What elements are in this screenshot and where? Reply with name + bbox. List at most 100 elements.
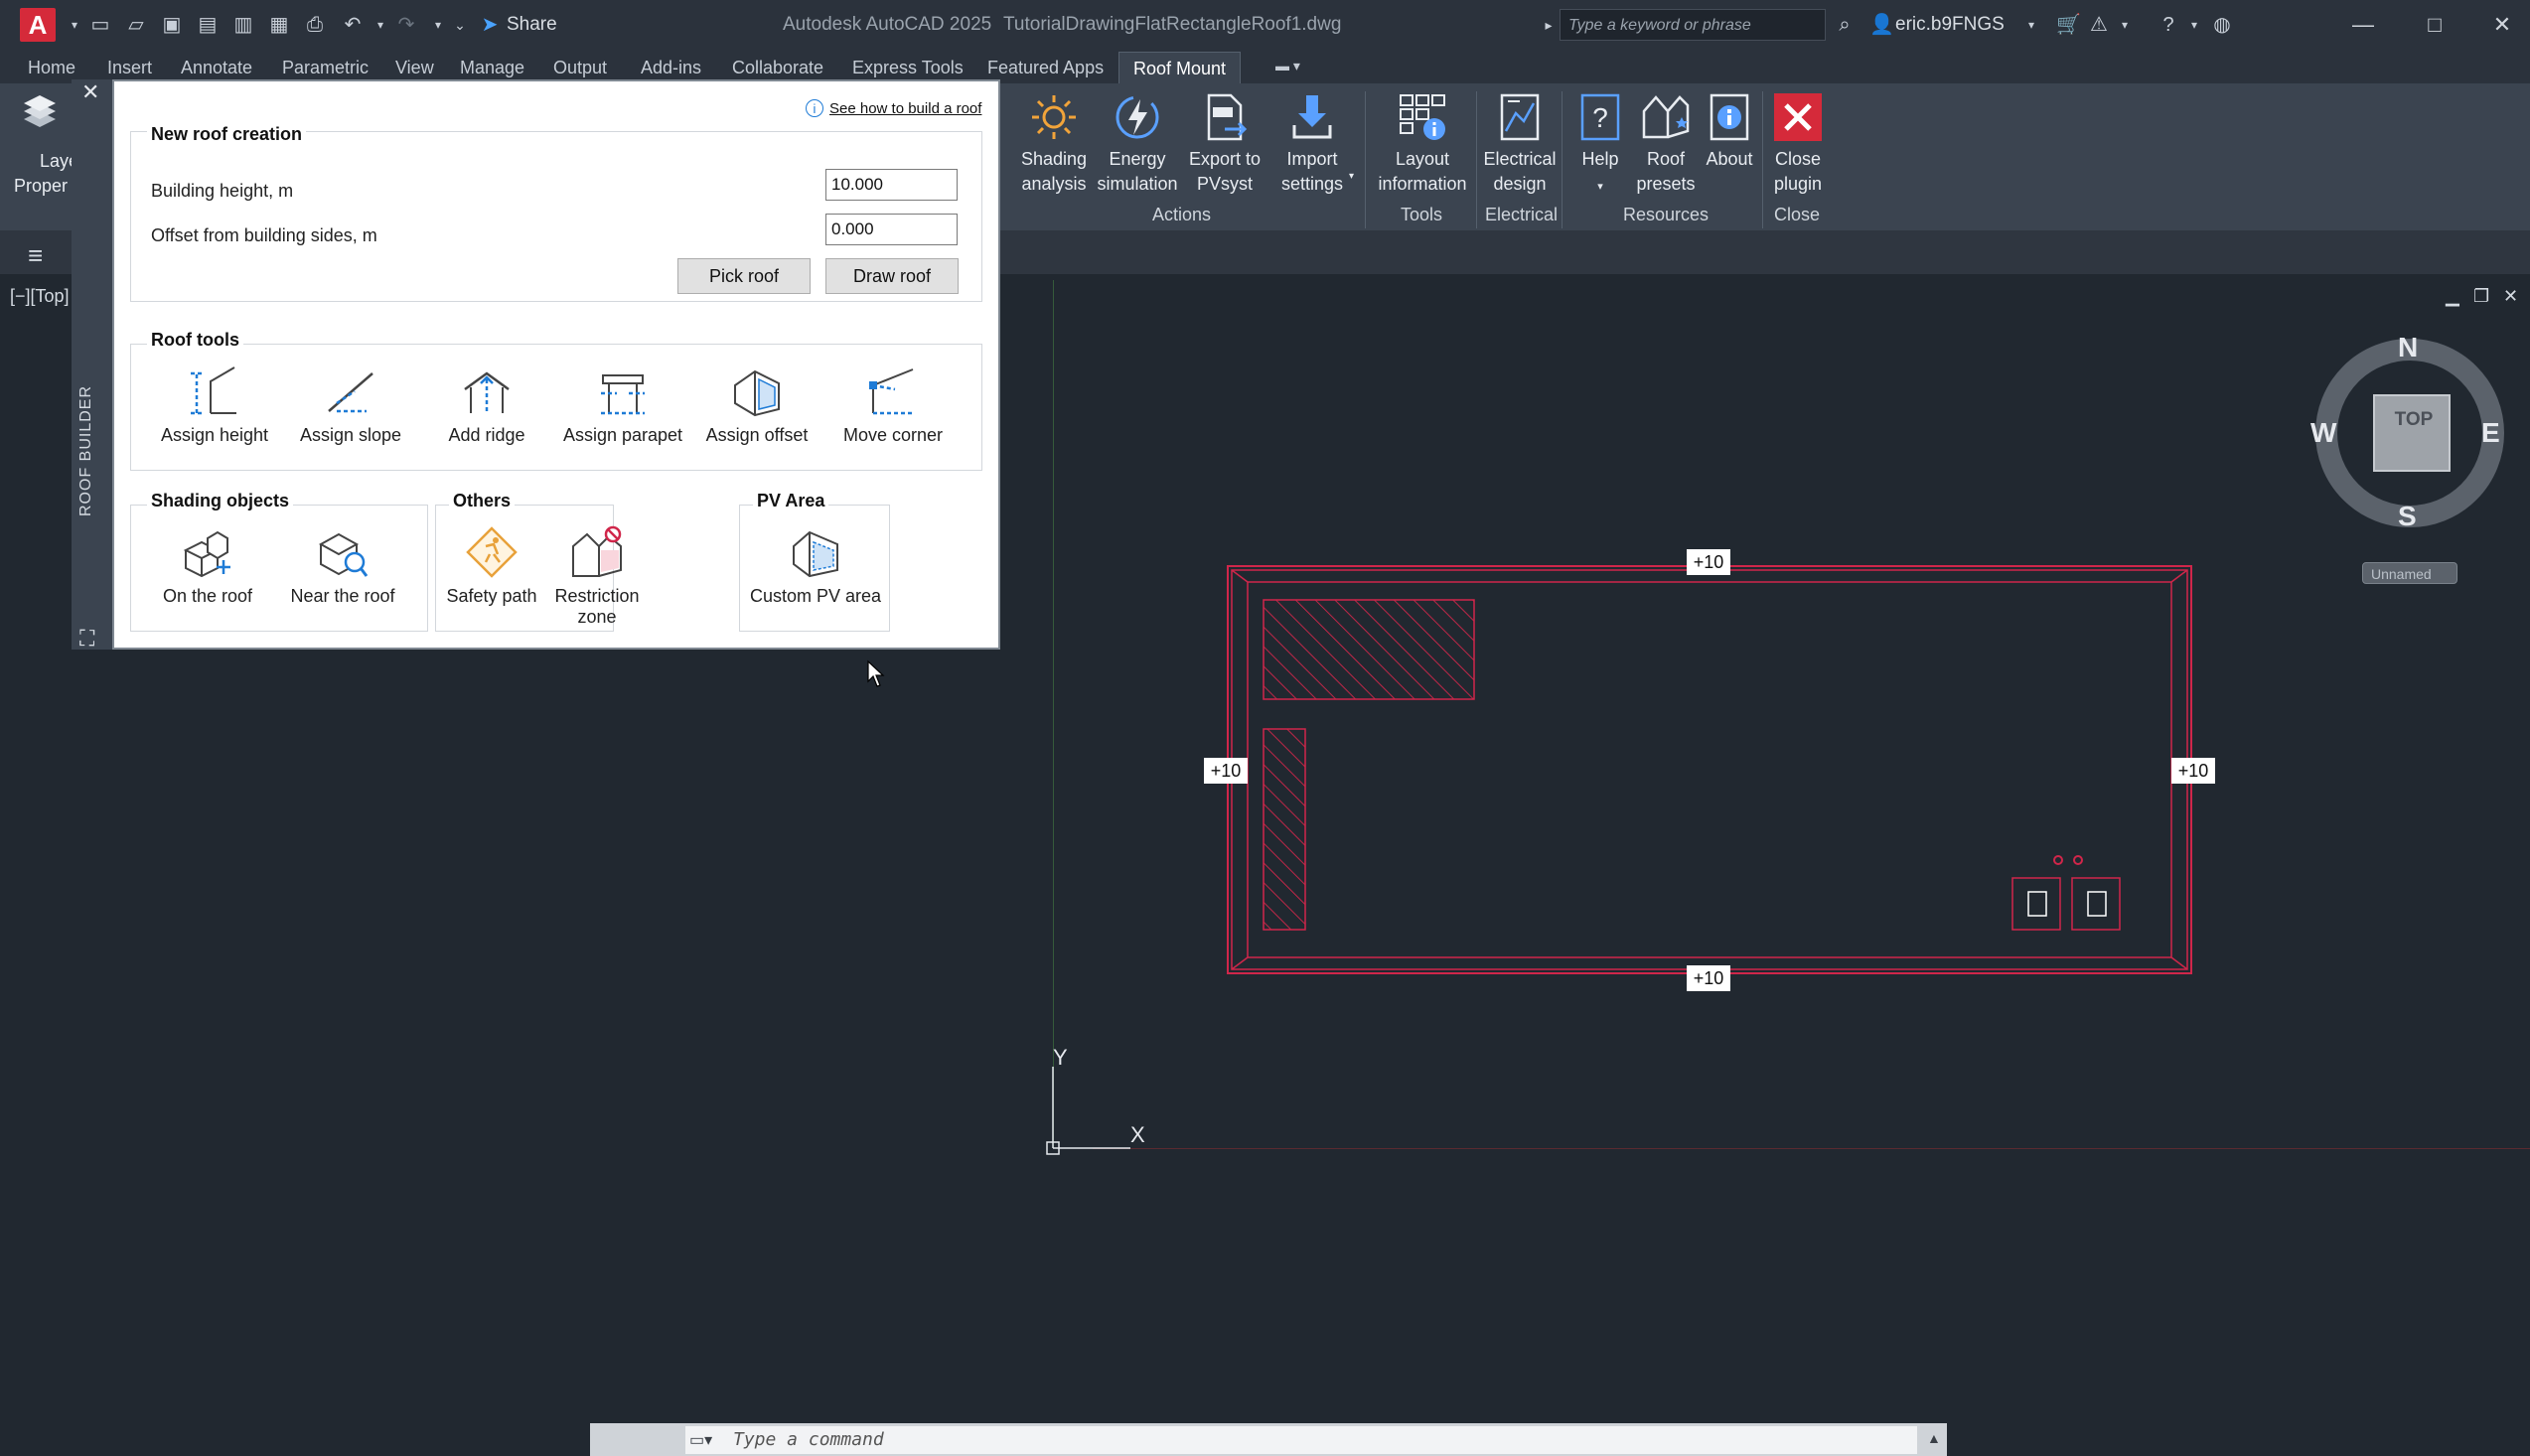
near-the-roof-tool[interactable]: Near the roof xyxy=(275,524,410,607)
app-menu-chevron-icon[interactable]: ▾ xyxy=(64,14,85,36)
tab-roof-mount[interactable]: Roof Mount xyxy=(1118,52,1242,85)
viewcube-top-face[interactable]: TOP xyxy=(2376,409,2452,431)
viewport-controls[interactable]: [−][Top] xyxy=(10,286,70,307)
roof-presets-button[interactable]: Roof presets xyxy=(1629,91,1703,197)
electrical-design-button[interactable]: Electrical design xyxy=(1480,91,1560,197)
ucs-dropdown[interactable]: Unnamed xyxy=(2362,562,2457,584)
height-tag[interactable]: +10 xyxy=(2171,758,2215,784)
offset-input[interactable]: 0.000 xyxy=(825,214,958,245)
compass-south[interactable]: S xyxy=(2398,501,2417,532)
pick-roof-button[interactable]: Pick roof xyxy=(677,258,811,294)
assign-offset-tool[interactable]: Assign offset xyxy=(689,364,824,446)
tab-parametric[interactable]: Parametric xyxy=(282,58,369,78)
draw-roof-button[interactable]: Draw roof xyxy=(825,258,959,294)
viewport-close-icon[interactable]: ✕ xyxy=(2503,286,2518,307)
user-icon[interactable]: 👤 xyxy=(1869,14,1894,36)
autocad-app-button[interactable]: A xyxy=(20,8,56,42)
redo-icon[interactable]: ↷ xyxy=(395,14,417,36)
tab-insert[interactable]: Insert xyxy=(107,58,152,78)
layer-properties-icon[interactable] xyxy=(20,89,60,139)
roof-obstacle[interactable] xyxy=(2011,877,2061,931)
palette-side-bar[interactable] xyxy=(72,79,112,650)
palette-properties-icon[interactable]: ⛶ xyxy=(79,626,94,652)
layout-information-button[interactable]: Layout information xyxy=(1373,91,1472,197)
recent-commands-icon[interactable]: ▭▾ xyxy=(689,1430,712,1450)
shading-object-hatched[interactable] xyxy=(1263,728,1306,931)
share-button[interactable]: Share xyxy=(507,14,557,36)
move-corner-tool[interactable]: Move corner xyxy=(825,364,961,446)
undo-dropdown-icon[interactable]: ▾ xyxy=(370,14,391,36)
autodesk-a360-icon[interactable]: ⚠ xyxy=(2088,14,2110,36)
viewport-minimize-icon[interactable]: ▁ xyxy=(2446,286,2459,307)
height-tag[interactable]: +10 xyxy=(1204,758,1248,784)
energy-simulation-button[interactable]: Energy simulation xyxy=(1095,91,1180,197)
export-pvsyst-button[interactable]: Export to PVsyst xyxy=(1184,91,1265,197)
compass-west[interactable]: W xyxy=(2310,417,2336,449)
hamburger-menu-icon[interactable]: ≡ xyxy=(28,240,43,271)
custom-pv-area-tool[interactable]: Custom PV area xyxy=(747,524,884,607)
help-dropdown-icon[interactable]: ▾ xyxy=(2183,14,2205,36)
palette-close-icon[interactable]: ✕ xyxy=(81,79,99,105)
plot-icon[interactable]: ▥ xyxy=(232,14,254,36)
command-input[interactable]: Type a command xyxy=(685,1426,1917,1454)
share-icon[interactable]: ➤ xyxy=(479,14,501,36)
help-button[interactable]: ? Help ▾ xyxy=(1569,91,1631,200)
roof-drawing[interactable] xyxy=(1192,536,2245,1013)
tab-output[interactable]: Output xyxy=(553,58,607,78)
user-name[interactable]: eric.b9FNGS xyxy=(1895,14,2005,36)
compass-north[interactable]: N xyxy=(2398,332,2418,364)
tab-home[interactable]: Home xyxy=(28,58,75,78)
feedback-icon[interactable]: ◍ xyxy=(2211,14,2233,36)
close-plugin-button[interactable]: Close plugin xyxy=(1766,91,1830,197)
on-the-roof-tool[interactable]: On the roof xyxy=(140,524,275,607)
safety-path-tool[interactable]: Safety path xyxy=(442,524,541,607)
compass-east[interactable]: E xyxy=(2481,417,2500,449)
tab-annotate[interactable]: Annotate xyxy=(181,58,252,78)
close-window-icon[interactable]: ✕ xyxy=(2477,10,2527,40)
a360-dropdown-icon[interactable]: ▾ xyxy=(2114,14,2136,36)
import-settings-button[interactable]: Import settings xyxy=(1271,91,1353,197)
height-tag[interactable]: +10 xyxy=(1687,549,1730,575)
about-button[interactable]: About xyxy=(1699,91,1760,172)
height-tag[interactable]: +10 xyxy=(1687,965,1730,991)
new-file-icon[interactable]: ▭ xyxy=(89,14,111,36)
expand-arrow-icon[interactable]: ▸ xyxy=(1538,14,1560,36)
ribbon-options-icon[interactable]: ▬ ▾ xyxy=(1275,58,1300,74)
help-link[interactable]: See how to build a roof xyxy=(829,100,981,117)
shading-object-hatched[interactable] xyxy=(1263,599,1475,700)
maximize-window-icon[interactable]: □ xyxy=(2410,10,2459,40)
info-icon[interactable]: i xyxy=(806,99,823,117)
command-history-icon[interactable]: ▲ xyxy=(1927,1430,1941,1446)
building-height-input[interactable]: 10.000 xyxy=(825,169,958,201)
undo-icon[interactable]: ↶ xyxy=(342,14,364,36)
customize-toolbar-icon[interactable]: ⌄ xyxy=(449,14,471,36)
layer-properties-button[interactable]: Laye Proper xyxy=(14,149,78,199)
import-dropdown-icon[interactable]: ▾ xyxy=(1349,171,1354,182)
tab-add-ins[interactable]: Add-ins xyxy=(641,58,701,78)
tab-express-tools[interactable]: Express Tools xyxy=(852,58,964,78)
assign-height-tool[interactable]: Assign height xyxy=(147,364,282,446)
user-dropdown-icon[interactable]: ▾ xyxy=(2020,14,2042,36)
restriction-zone-tool[interactable]: Restriction zone xyxy=(533,524,661,628)
cart-icon[interactable]: 🛒 xyxy=(2056,14,2081,36)
assign-slope-tool[interactable]: Assign slope xyxy=(283,364,418,446)
redo-dropdown-icon[interactable]: ▾ xyxy=(427,14,449,36)
save-icon[interactable]: ▣ xyxy=(161,14,183,36)
tab-view[interactable]: View xyxy=(395,58,434,78)
print-icon[interactable]: ⎙ xyxy=(304,14,326,36)
tab-featured-apps[interactable]: Featured Apps xyxy=(987,58,1104,78)
help-circle-icon[interactable]: ? xyxy=(2158,14,2179,36)
roof-obstacle[interactable] xyxy=(2071,877,2121,931)
tab-collaborate[interactable]: Collaborate xyxy=(732,58,823,78)
assign-parapet-tool[interactable]: Assign parapet xyxy=(555,364,690,446)
help-dropdown-icon[interactable]: ▾ xyxy=(1597,181,1603,193)
search-icon[interactable]: ⌕ xyxy=(1834,14,1856,36)
open-folder-icon[interactable]: ▱ xyxy=(125,14,147,36)
tab-manage[interactable]: Manage xyxy=(460,58,524,78)
publish-icon[interactable]: ▦ xyxy=(268,14,290,36)
search-input[interactable]: Type a keyword or phrase xyxy=(1560,9,1826,41)
save-as-icon[interactable]: ▤ xyxy=(197,14,219,36)
shading-analysis-button[interactable]: Shading analysis xyxy=(1015,91,1093,197)
minimize-window-icon[interactable]: — xyxy=(2338,10,2388,40)
viewport-restore-icon[interactable]: ❐ xyxy=(2473,286,2489,307)
